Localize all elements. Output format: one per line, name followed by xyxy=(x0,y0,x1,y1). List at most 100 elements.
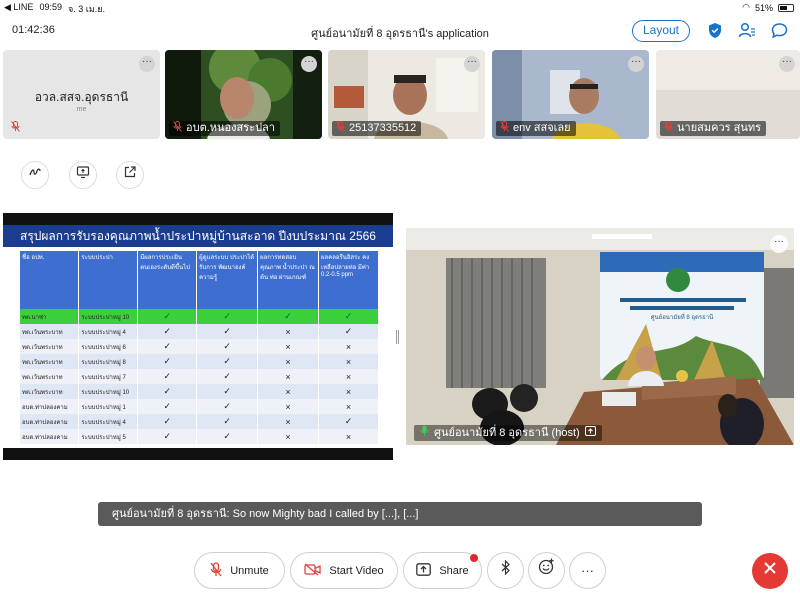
more-options-icon[interactable]: ··· xyxy=(770,235,788,253)
table-cell: ✓ xyxy=(137,429,198,444)
table-cell: ระบบประปาหมู่ 1 xyxy=(78,399,139,414)
participant-name: อบต.หนองสระปลา xyxy=(186,122,275,134)
bluetooth-audio-button[interactable] xyxy=(487,552,524,589)
more-options-icon[interactable]: ··· xyxy=(779,56,795,72)
table-cell: × xyxy=(318,429,379,444)
mic-off-icon xyxy=(173,120,182,137)
table-cell: ✓ xyxy=(196,384,259,399)
table-cell: ระบบประปาหมู่ 4 xyxy=(78,414,139,429)
more-options-button[interactable]: ··· xyxy=(569,552,606,589)
screen-share-view-icon[interactable] xyxy=(69,161,97,189)
more-options-icon[interactable]: ··· xyxy=(139,56,155,72)
table-cell: × xyxy=(257,369,320,384)
table-cell: ✓ xyxy=(318,309,379,324)
pop-out-icon[interactable] xyxy=(116,161,144,189)
participant-nametag: 25137335512 xyxy=(332,120,422,136)
mic-off-icon xyxy=(11,120,20,137)
table-cell: ระบบประปาหมู่ 4 xyxy=(78,324,139,339)
participants-icon[interactable] xyxy=(738,22,756,40)
table-row: ทต.เว้นพระบาท ระบบประปาหมู่ 6 ✓ ✓ × × xyxy=(20,339,379,354)
host-nametag: ศูนย์อนามัยที่ 8 อุดรธานี (host) xyxy=(414,425,602,441)
participant-tile[interactable]: ··· 25137335512 xyxy=(328,50,485,139)
table-row: ทต.เว้นพระบาท ระบบประปาหมู่ 7 ✓ ✓ × × xyxy=(20,369,379,384)
more-options-icon[interactable]: ··· xyxy=(464,56,480,72)
table-row: ทต.เว้นพระบาท ระบบประปาหมู่ 10 ✓ ✓ × × xyxy=(20,384,379,399)
table-cell: ทต.เว้นพระบาท xyxy=(20,369,80,384)
pane-resize-handle[interactable] xyxy=(396,330,399,344)
participant-nametag: อบต.หนองสระปลา xyxy=(169,120,280,137)
table-cell: ✓ xyxy=(196,339,259,354)
column-header: ระบบประปา xyxy=(78,251,139,309)
column-header: ชื่อ อปท. xyxy=(20,251,80,309)
shared-screen[interactable]: สรุปผลการรับรองคุณภาพน้ำประปาหมู่บ้านสะอ… xyxy=(3,213,393,460)
clock: 09:59 xyxy=(39,2,62,12)
shield-icon[interactable] xyxy=(706,22,724,40)
slide-title: สรุปผลการรับรองคุณภาพน้ำประปาหมู่บ้านสะอ… xyxy=(3,225,393,247)
column-header: มีผลการประเมิน ตนเองระดับดีขึ้นไป xyxy=(137,251,198,309)
participant-nametag: env สสจเลย xyxy=(496,120,576,136)
status-bar: ◀ LINE 09:59 จ. 3 เม.ย. ◠ 51% xyxy=(0,0,800,14)
table-cell: × xyxy=(257,429,320,444)
host-video[interactable]: ศูนย์อนามัยที่ 8 อุดรธานี ··· ศูนย์อนามั… xyxy=(406,228,794,445)
table-cell: ✓ xyxy=(196,354,259,369)
participant-display-name: อวล.สสจ.อุดรธานี xyxy=(34,90,129,104)
table-cell: ระบบประปาหมู่ 10 xyxy=(78,309,139,324)
share-button[interactable]: Share xyxy=(403,552,482,589)
table-cell: ระบบประปาหมู่ 7 xyxy=(78,369,139,384)
column-header: ผลคลอรีนอิสระ คงเหลือปลายท่อ มีค่า 0.2-0… xyxy=(318,251,379,309)
table-cell: × xyxy=(318,384,379,399)
table-cell: ✓ xyxy=(137,324,198,339)
column-header: ผลการทดสอบ คุณภาพ น้ำประปา ณ ต้น ท่อ ผ่า… xyxy=(257,251,320,309)
reactions-button[interactable] xyxy=(528,552,565,589)
participant-tile[interactable]: ··· env สสจเลย xyxy=(492,50,649,139)
table-cell: ทต.เว้นพระบาท xyxy=(20,354,80,369)
participant-name: env สสจเลย xyxy=(513,122,571,134)
slide-table: ชื่อ อปท. ระบบประปา มีผลการประเมิน ตนเอง… xyxy=(20,251,379,444)
table-cell: ✓ xyxy=(318,324,379,339)
back-to-app[interactable]: ◀ LINE xyxy=(4,2,33,16)
table-cell: ระบบประปาหมู่ 6 xyxy=(78,339,139,354)
table-cell: × xyxy=(318,354,379,369)
table-cell: ✓ xyxy=(196,399,259,414)
table-cell: อบต.ท่าปลองคาม xyxy=(20,414,80,429)
share-screen-icon xyxy=(416,562,432,579)
unmute-button[interactable]: Unmute xyxy=(194,552,285,589)
participant-self-label: me xyxy=(76,106,87,113)
more-options-icon[interactable]: ··· xyxy=(628,56,644,72)
table-cell: ✓ xyxy=(196,414,259,429)
participant-tile[interactable]: ··· อวล.สสจ.อุดรธานี me xyxy=(3,50,160,139)
shared-slide: สรุปผลการรับรองคุณภาพน้ำประปาหมู่บ้านสะอ… xyxy=(3,225,393,448)
table-cell: ทต.นาซ่า xyxy=(20,309,80,324)
annotate-icon[interactable] xyxy=(21,161,49,189)
more-options-icon[interactable]: ··· xyxy=(301,56,317,72)
table-row: ทต.เว้นพระบาท ระบบประปาหมู่ 8 ✓ ✓ × × xyxy=(20,354,379,369)
notification-badge xyxy=(470,554,478,562)
layout-button[interactable]: Layout xyxy=(632,20,690,42)
participant-tile[interactable]: ··· นายสมควร สุนทร xyxy=(656,50,800,139)
table-row: อบต.ท่าปลองคาม ระบบประปาหมู่ 1 ✓ ✓ × × xyxy=(20,399,379,414)
table-cell: × xyxy=(257,324,320,339)
table-cell: × xyxy=(257,354,320,369)
start-video-button[interactable]: Start Video xyxy=(290,552,398,589)
table-cell: ✓ xyxy=(137,384,198,399)
video-off-icon xyxy=(304,563,322,579)
column-header: ผู้ดูแลระบบ ประปาได้รับการ พัฒนาองค์ ควา… xyxy=(196,251,259,309)
table-cell: ทต.เว้นพระบาท xyxy=(20,339,80,354)
table-cell: ✓ xyxy=(196,429,259,444)
table-cell: ระบบประปาหมู่ 10 xyxy=(78,384,139,399)
table-cell: ✓ xyxy=(137,309,198,324)
start-video-label: Start Video xyxy=(329,564,384,577)
chat-icon[interactable] xyxy=(770,22,788,40)
wifi-icon: ◠ xyxy=(742,2,750,12)
table-row: อบต.ท่าปลองคาม ระบบประปาหมู่ 5 ✓ ✓ × × xyxy=(20,429,379,444)
table-cell: ✓ xyxy=(137,369,198,384)
battery-percent: 51% xyxy=(754,2,773,13)
table-cell: × xyxy=(257,384,320,399)
table-cell: อบต.ท่าปลองคาม xyxy=(20,429,80,444)
table-cell: × xyxy=(318,339,379,354)
leave-meeting-button[interactable] xyxy=(752,553,788,589)
participant-tile[interactable]: ··· อบต.หนองสระปลา xyxy=(165,50,322,139)
participants-strip: ··· อวล.สสจ.อุดรธานี me ··· อบต.หนองสระป… xyxy=(3,50,800,139)
host-video-scene: ศูนย์อนามัยที่ 8 อุดรธานี xyxy=(406,228,794,445)
table-cell: อบต.ท่าปลองคาม xyxy=(20,399,80,414)
